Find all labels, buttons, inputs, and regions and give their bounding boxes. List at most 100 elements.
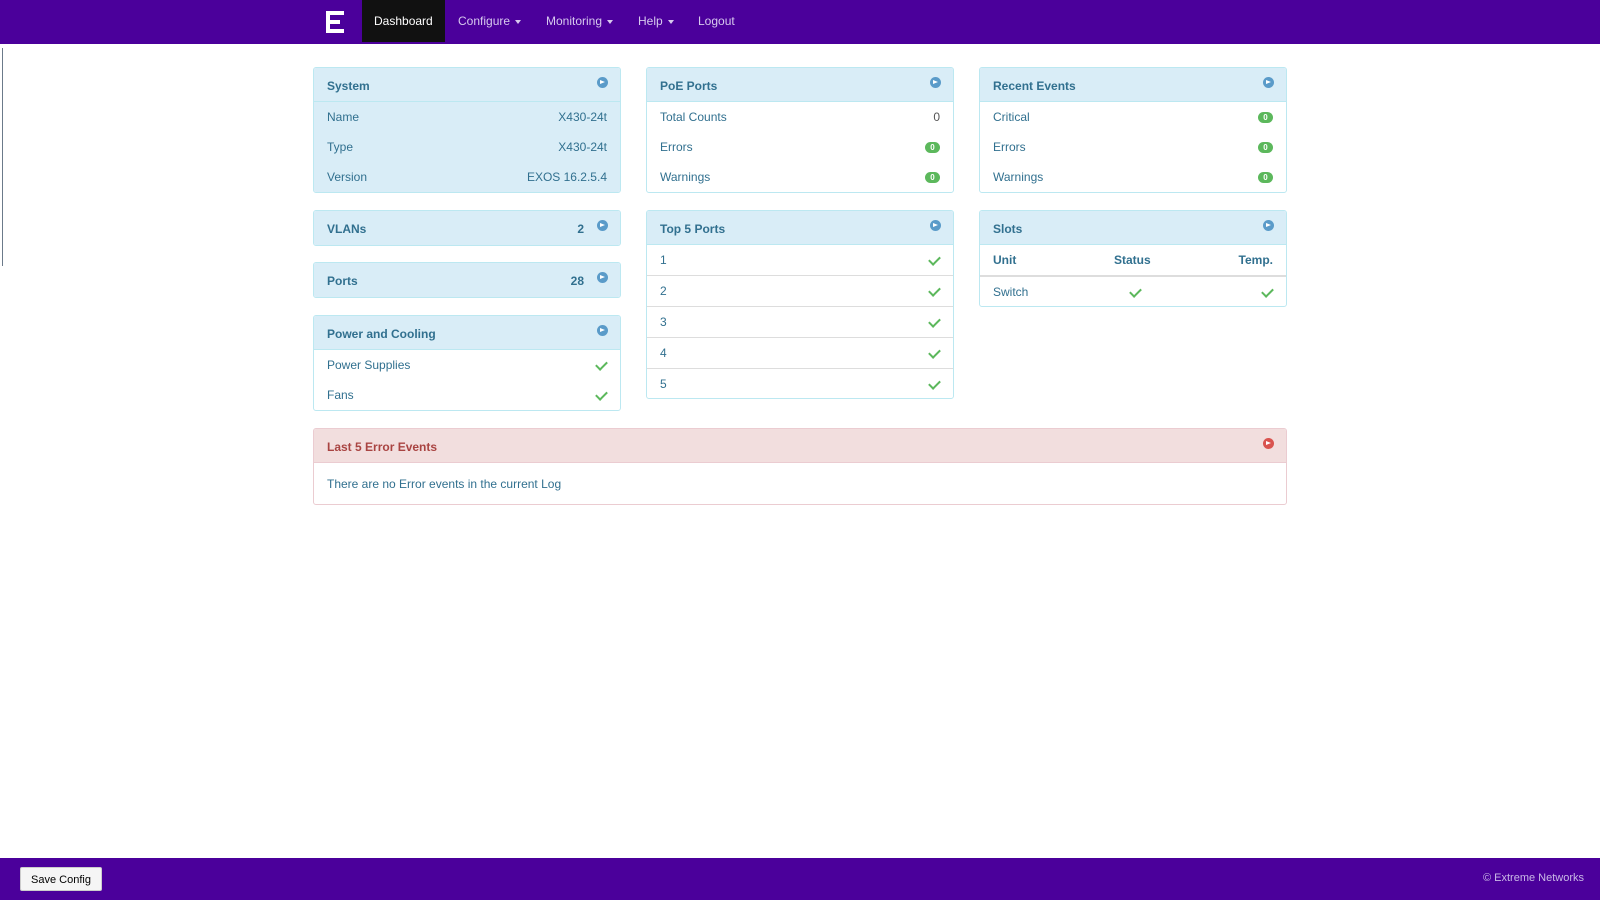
vlans-count: 2	[577, 222, 584, 236]
status-badge: 0	[925, 172, 940, 183]
go-arrow-icon[interactable]	[597, 272, 608, 283]
system-row-type: Type X430-24t	[314, 132, 620, 162]
error-events-panel-header: Last 5 Error Events	[314, 429, 1286, 463]
error-events-message: There are no Error events in the current…	[327, 477, 562, 491]
system-panel: System Name X430-24t Type X430-24t Versi…	[313, 67, 621, 193]
slot-unit-link[interactable]: Switch	[993, 285, 1028, 299]
check-icon	[928, 315, 941, 328]
port-link[interactable]: 4	[660, 346, 667, 360]
row-value: X430-24t	[558, 110, 607, 124]
system-row-version: Version EXOS 16.2.5.4	[314, 162, 620, 192]
top-port-row: 4	[647, 337, 953, 368]
nav-help-label: Help	[638, 14, 663, 28]
error-events-message-row: There are no Error events in the current…	[314, 463, 1286, 504]
slots-panel: Slots Unit Status Temp. Switch	[979, 210, 1287, 307]
row-label: Version	[327, 170, 368, 184]
recent-events-panel: Recent Events Critical 0 Errors 0 Warnin…	[979, 67, 1287, 193]
row-value: EXOS 16.2.5.4	[526, 170, 607, 184]
footer-bar: Save Config © Extreme Networks	[0, 858, 1600, 900]
event-row-critical: Critical 0	[980, 102, 1286, 132]
panel-title: Recent Events	[993, 79, 1076, 93]
total-counts-value: 0	[933, 110, 940, 124]
vlans-panel-header: VLANs 2	[314, 211, 620, 245]
panel-title: Power and Cooling	[327, 327, 436, 341]
ports-panel[interactable]: Ports 28	[313, 262, 621, 298]
left-edge-divider	[2, 48, 3, 266]
panel-title: Slots	[993, 222, 1023, 236]
port-link[interactable]: 3	[660, 315, 667, 329]
top-port-row: 1	[647, 245, 953, 275]
check-icon	[928, 377, 941, 390]
fans-link[interactable]: Fans	[327, 388, 354, 402]
table-row: Switch	[980, 277, 1286, 306]
port-link[interactable]: 2	[660, 284, 667, 298]
nav-logout[interactable]: Logout	[698, 0, 735, 42]
check-icon	[928, 284, 941, 297]
row-label: Type	[327, 140, 354, 154]
system-row-name: Name X430-24t	[314, 102, 620, 132]
warnings-label[interactable]: Warnings	[993, 170, 1043, 184]
status-badge: 0	[1258, 112, 1273, 123]
power-panel-header: Power and Cooling	[314, 316, 620, 350]
go-arrow-icon[interactable]	[597, 325, 608, 336]
col-unit: Unit	[993, 253, 1017, 267]
go-arrow-icon[interactable]	[597, 220, 608, 231]
go-arrow-icon[interactable]	[1263, 220, 1274, 231]
nav-monitoring-label: Monitoring	[546, 14, 603, 28]
go-arrow-icon[interactable]	[1263, 77, 1274, 88]
top-port-row: 5	[647, 368, 953, 398]
status-badge: 0	[1258, 172, 1273, 183]
check-icon	[1261, 285, 1274, 298]
nav-help[interactable]: Help	[638, 0, 674, 42]
event-row-errors: Errors 0	[980, 132, 1286, 162]
caret-down-icon	[607, 19, 614, 24]
go-arrow-icon[interactable]	[597, 77, 608, 88]
nav-dashboard[interactable]: Dashboard	[362, 0, 445, 42]
copyright-text: © Extreme Networks	[1482, 872, 1584, 884]
poe-row-total: Total Counts 0	[647, 102, 953, 132]
extreme-logo-icon[interactable]	[326, 11, 346, 33]
go-arrow-icon[interactable]	[930, 77, 941, 88]
ports-panel-header: Ports 28	[314, 263, 620, 297]
total-counts-label[interactable]: Total Counts	[660, 110, 727, 124]
go-arrow-icon[interactable]	[930, 220, 941, 231]
row-label: Name	[327, 110, 360, 124]
top-port-row: 3	[647, 306, 953, 337]
status-badge: 0	[1258, 142, 1273, 153]
check-icon	[595, 388, 608, 401]
power-supplies-link[interactable]: Power Supplies	[327, 358, 410, 372]
panel-title: Last 5 Error Events	[327, 440, 438, 454]
vlans-panel[interactable]: VLANs 2	[313, 210, 621, 246]
check-icon	[928, 253, 941, 266]
status-badge: 0	[925, 142, 940, 153]
ports-count: 28	[570, 274, 584, 288]
port-link[interactable]: 1	[660, 253, 667, 267]
power-row-supplies: Power Supplies	[314, 350, 620, 380]
col-temp: Temp.	[1238, 253, 1273, 267]
caret-down-icon	[515, 19, 522, 24]
caret-down-icon	[667, 19, 674, 24]
slots-table-header: Unit Status Temp.	[980, 245, 1286, 277]
save-config-button[interactable]: Save Config	[20, 867, 102, 891]
errors-label[interactable]: Errors	[993, 140, 1026, 154]
poe-row-errors: Errors 0	[647, 132, 953, 162]
system-panel-header: System	[314, 68, 620, 102]
poe-row-warnings: Warnings 0	[647, 162, 953, 192]
go-arrow-icon[interactable]	[1263, 438, 1274, 449]
power-cooling-panel: Power and Cooling Power Supplies Fans	[313, 315, 621, 411]
slots-panel-header: Slots	[980, 211, 1286, 245]
critical-label[interactable]: Critical	[993, 110, 1030, 124]
nav-configure[interactable]: Configure	[458, 0, 522, 42]
warnings-label[interactable]: Warnings	[660, 170, 710, 184]
poe-ports-panel: PoE Ports Total Counts 0 Errors 0 Warnin…	[646, 67, 954, 193]
panel-title: Top 5 Ports	[660, 222, 726, 236]
top-ports-panel: Top 5 Ports 1 2 3 4 5	[646, 210, 954, 399]
panel-title: PoE Ports	[660, 79, 718, 93]
panel-title: System	[327, 79, 370, 93]
errors-label[interactable]: Errors	[660, 140, 693, 154]
check-icon	[928, 346, 941, 359]
col-status: Status	[1114, 253, 1151, 267]
port-link[interactable]: 5	[660, 377, 667, 391]
panel-title: VLANs	[327, 222, 367, 236]
nav-monitoring[interactable]: Monitoring	[546, 0, 614, 42]
